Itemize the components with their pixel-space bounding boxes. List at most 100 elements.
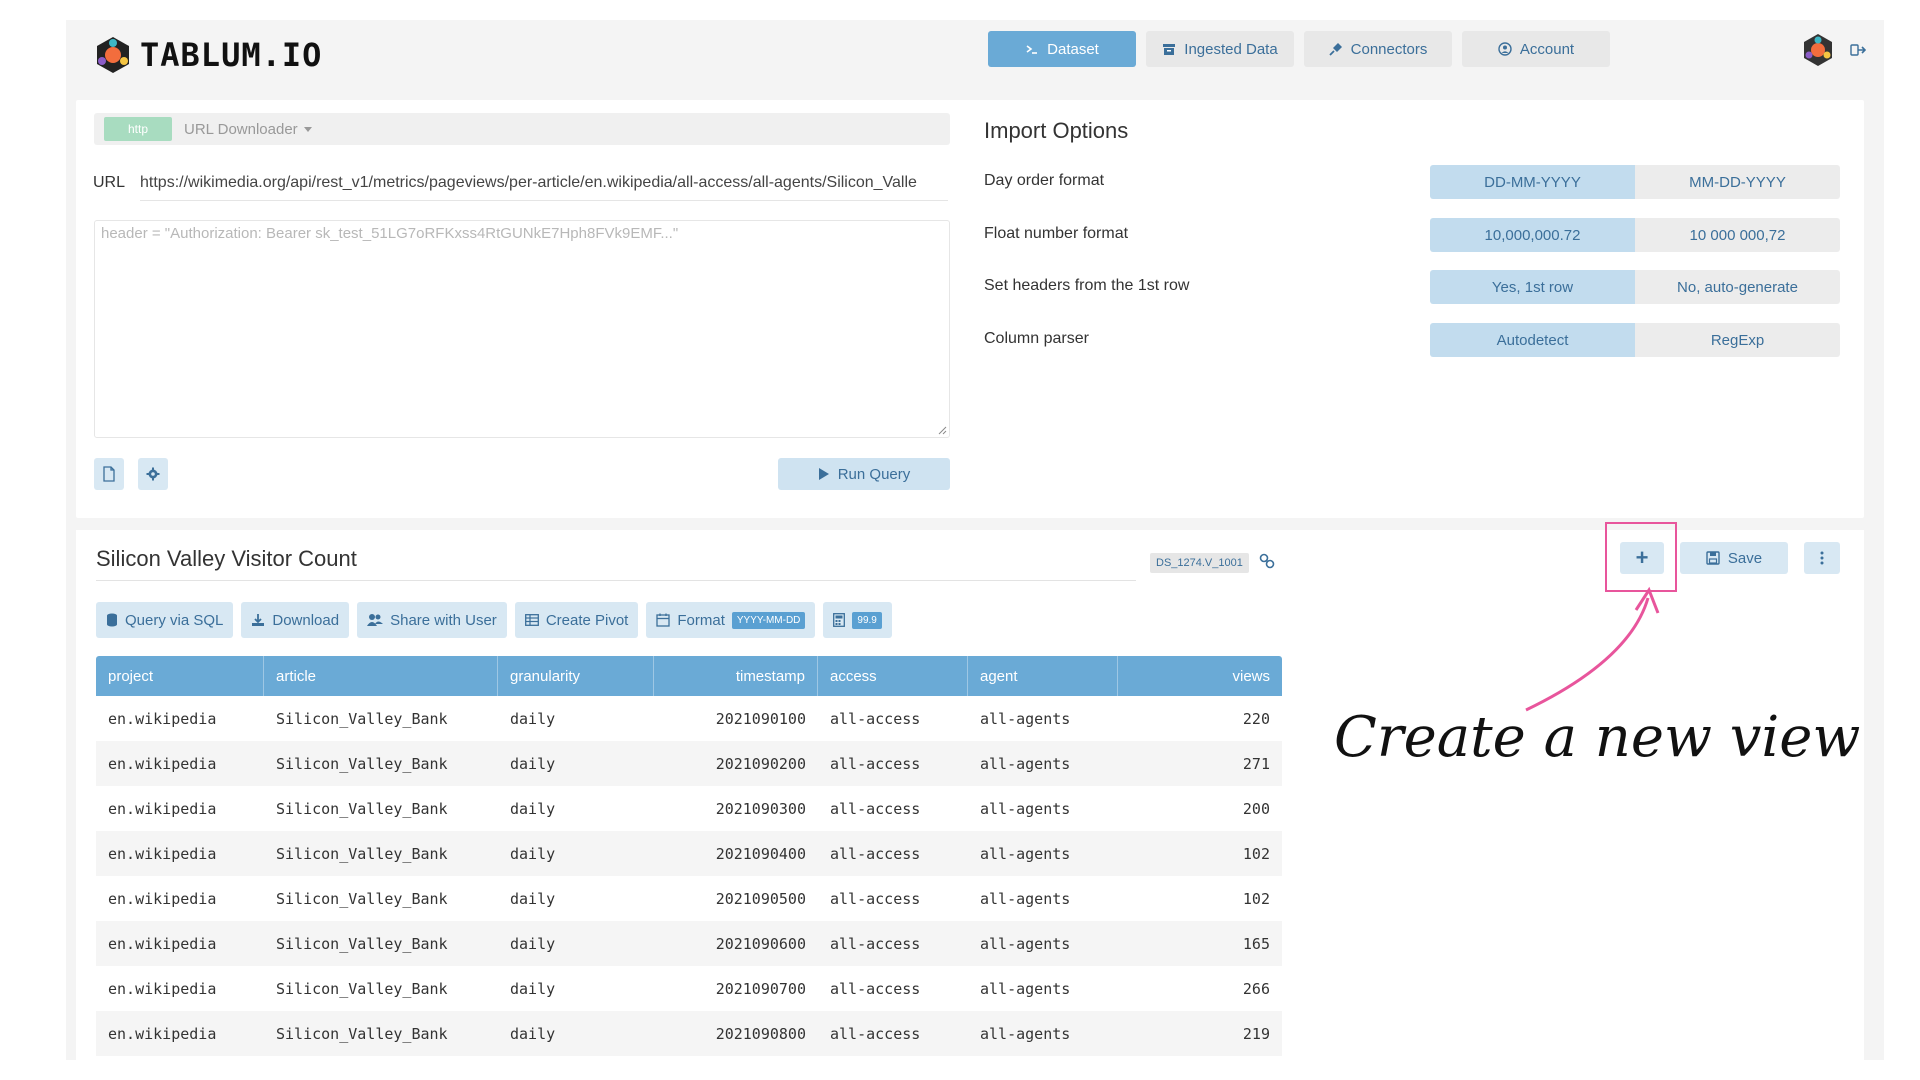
calendar-icon: [656, 613, 671, 627]
cell-timestamp: 2021090500: [715, 889, 806, 908]
share-with-user-button[interactable]: Share with User: [357, 602, 507, 638]
column-parser-toggle: Autodetect RegExp: [1430, 323, 1840, 357]
nav-ingested-data[interactable]: Ingested Data: [1146, 31, 1294, 67]
more-options-button[interactable]: [1804, 542, 1840, 574]
cell-granularity: daily: [510, 709, 556, 728]
cell-project: en.wikipedia: [108, 934, 217, 953]
kebab-menu-icon: [1820, 551, 1824, 565]
column-header-timestamp[interactable]: timestamp: [654, 656, 818, 696]
source-selector[interactable]: http URL Downloader: [94, 113, 950, 145]
cell-project: en.wikipedia: [108, 799, 217, 818]
url-input[interactable]: https://wikimedia.org/api/rest_v1/metric…: [140, 174, 948, 201]
table-row: en.wikipedia Silicon_Valley_Bank daily 2…: [96, 1011, 1282, 1056]
format-badge: YYYY-MM-DD: [731, 611, 806, 629]
run-query-button[interactable]: Run Query: [778, 458, 950, 490]
users-icon: [367, 614, 384, 626]
headers-textarea[interactable]: header = "Authorization: Bearer sk_test_…: [94, 220, 950, 438]
create-view-button[interactable]: +: [1620, 542, 1664, 574]
nav-account-label: Account: [1519, 40, 1575, 58]
nav-dataset[interactable]: Dataset: [988, 31, 1136, 67]
nav-account[interactable]: Account: [1462, 31, 1610, 67]
column-header-article[interactable]: article: [264, 656, 498, 696]
share-with-user-label: Share with User: [390, 611, 497, 629]
file-button[interactable]: [94, 458, 124, 490]
cell-project: en.wikipedia: [108, 754, 217, 773]
annotation-arrow-icon: [1525, 586, 1660, 712]
cell-timestamp: 2021090400: [715, 844, 806, 863]
cell-views: 266: [1242, 979, 1270, 998]
format-label: Format: [677, 611, 725, 629]
cell-timestamp: 2021090300: [715, 799, 806, 818]
nav-dataset-label: Dataset: [1047, 40, 1099, 58]
dataset-title[interactable]: Silicon Valley Visitor Count: [96, 546, 1136, 581]
nav-connectors[interactable]: Connectors: [1304, 31, 1452, 67]
cell-granularity: daily: [510, 799, 556, 818]
cell-project: en.wikipedia: [108, 979, 217, 998]
option-label-day-order: Day order format: [984, 172, 1105, 189]
cell-project: en.wikipedia: [108, 844, 217, 863]
create-pivot-button[interactable]: Create Pivot: [514, 602, 639, 638]
column-header-granularity[interactable]: granularity: [498, 656, 654, 696]
resize-handle-icon[interactable]: [937, 425, 947, 435]
cell-views: 102: [1242, 889, 1270, 908]
logo-icon: [97, 37, 129, 73]
column-header-agent[interactable]: agent: [968, 656, 1118, 696]
day-order-option-mdy[interactable]: MM-DD-YYYY: [1635, 165, 1840, 199]
float-format-option-space[interactable]: 10 000 000,72: [1635, 218, 1840, 252]
column-header-project[interactable]: project: [96, 656, 264, 696]
gear-icon: [146, 467, 160, 481]
cell-views: 165: [1242, 934, 1270, 953]
headers-placeholder: header = "Authorization: Bearer sk_test_…: [101, 225, 679, 242]
nav-ingested-data-label: Ingested Data: [1184, 40, 1278, 58]
format-button[interactable]: Format YYYY-MM-DD: [646, 602, 816, 638]
cell-article: Silicon_Valley_Bank: [276, 1024, 448, 1043]
logout-icon[interactable]: [1850, 42, 1866, 58]
option-label-headers: Set headers from the 1st row: [984, 277, 1190, 294]
table-row: en.wikipedia Silicon_Valley_Bank daily 2…: [96, 831, 1282, 876]
cell-views: 271: [1242, 754, 1270, 773]
cell-granularity: daily: [510, 1024, 556, 1043]
import-options-title: Import Options: [984, 118, 1129, 143]
day-order-option-dmy[interactable]: DD-MM-YYYY: [1430, 165, 1635, 199]
table-icon: [524, 614, 539, 626]
cell-article: Silicon_Valley_Bank: [276, 979, 448, 998]
cell-article: Silicon_Valley_Bank: [276, 934, 448, 953]
cell-views: 200: [1242, 799, 1270, 818]
cell-timestamp: 2021090600: [715, 934, 806, 953]
cell-agent: all-agents: [980, 1024, 1071, 1043]
number-format-button[interactable]: 99.9: [823, 602, 892, 638]
link-icon[interactable]: [1258, 552, 1276, 570]
cell-granularity: daily: [510, 754, 556, 773]
dataset-toolbar: Query via SQL Download Share with User C…: [96, 602, 892, 638]
cell-timestamp: 2021090100: [715, 709, 806, 728]
headers-option-yes[interactable]: Yes, 1st row: [1430, 270, 1635, 304]
query-via-sql-button[interactable]: Query via SQL: [96, 602, 234, 638]
cell-access: all-access: [830, 979, 921, 998]
settings-button[interactable]: [138, 458, 168, 490]
download-icon: [252, 614, 265, 626]
headers-option-no[interactable]: No, auto-generate: [1635, 270, 1840, 304]
cell-views: 220: [1242, 709, 1270, 728]
column-header-access[interactable]: access: [818, 656, 968, 696]
cell-article: Silicon_Valley_Bank: [276, 844, 448, 863]
nav-connectors-label: Connectors: [1350, 40, 1428, 58]
logo[interactable]: TABLUM.IO: [92, 32, 322, 78]
column-parser-option-autodetect[interactable]: Autodetect: [1430, 323, 1635, 357]
cell-access: all-access: [830, 709, 921, 728]
float-format-option-comma[interactable]: 10,000,000.72: [1430, 218, 1635, 252]
download-button[interactable]: Download: [241, 602, 350, 638]
table-row: en.wikipedia Silicon_Valley_Bank daily 2…: [96, 966, 1282, 1011]
table-row: en.wikipedia Silicon_Valley_Bank daily 2…: [96, 786, 1282, 831]
table-row: en.wikipedia Silicon_Valley_Bank daily 2…: [96, 921, 1282, 966]
calculator-icon: [833, 613, 846, 627]
column-header-views[interactable]: views: [1118, 656, 1282, 696]
save-button[interactable]: Save: [1680, 542, 1788, 574]
archive-icon: [1163, 44, 1176, 55]
file-icon: [103, 466, 115, 482]
column-parser-option-regexp[interactable]: RegExp: [1635, 323, 1840, 357]
avatar[interactable]: [1800, 32, 1836, 68]
cell-granularity: daily: [510, 934, 556, 953]
user-circle-icon: [1498, 42, 1512, 56]
cell-project: en.wikipedia: [108, 889, 217, 908]
table-header: project article granularity timestamp ac…: [96, 656, 1282, 696]
